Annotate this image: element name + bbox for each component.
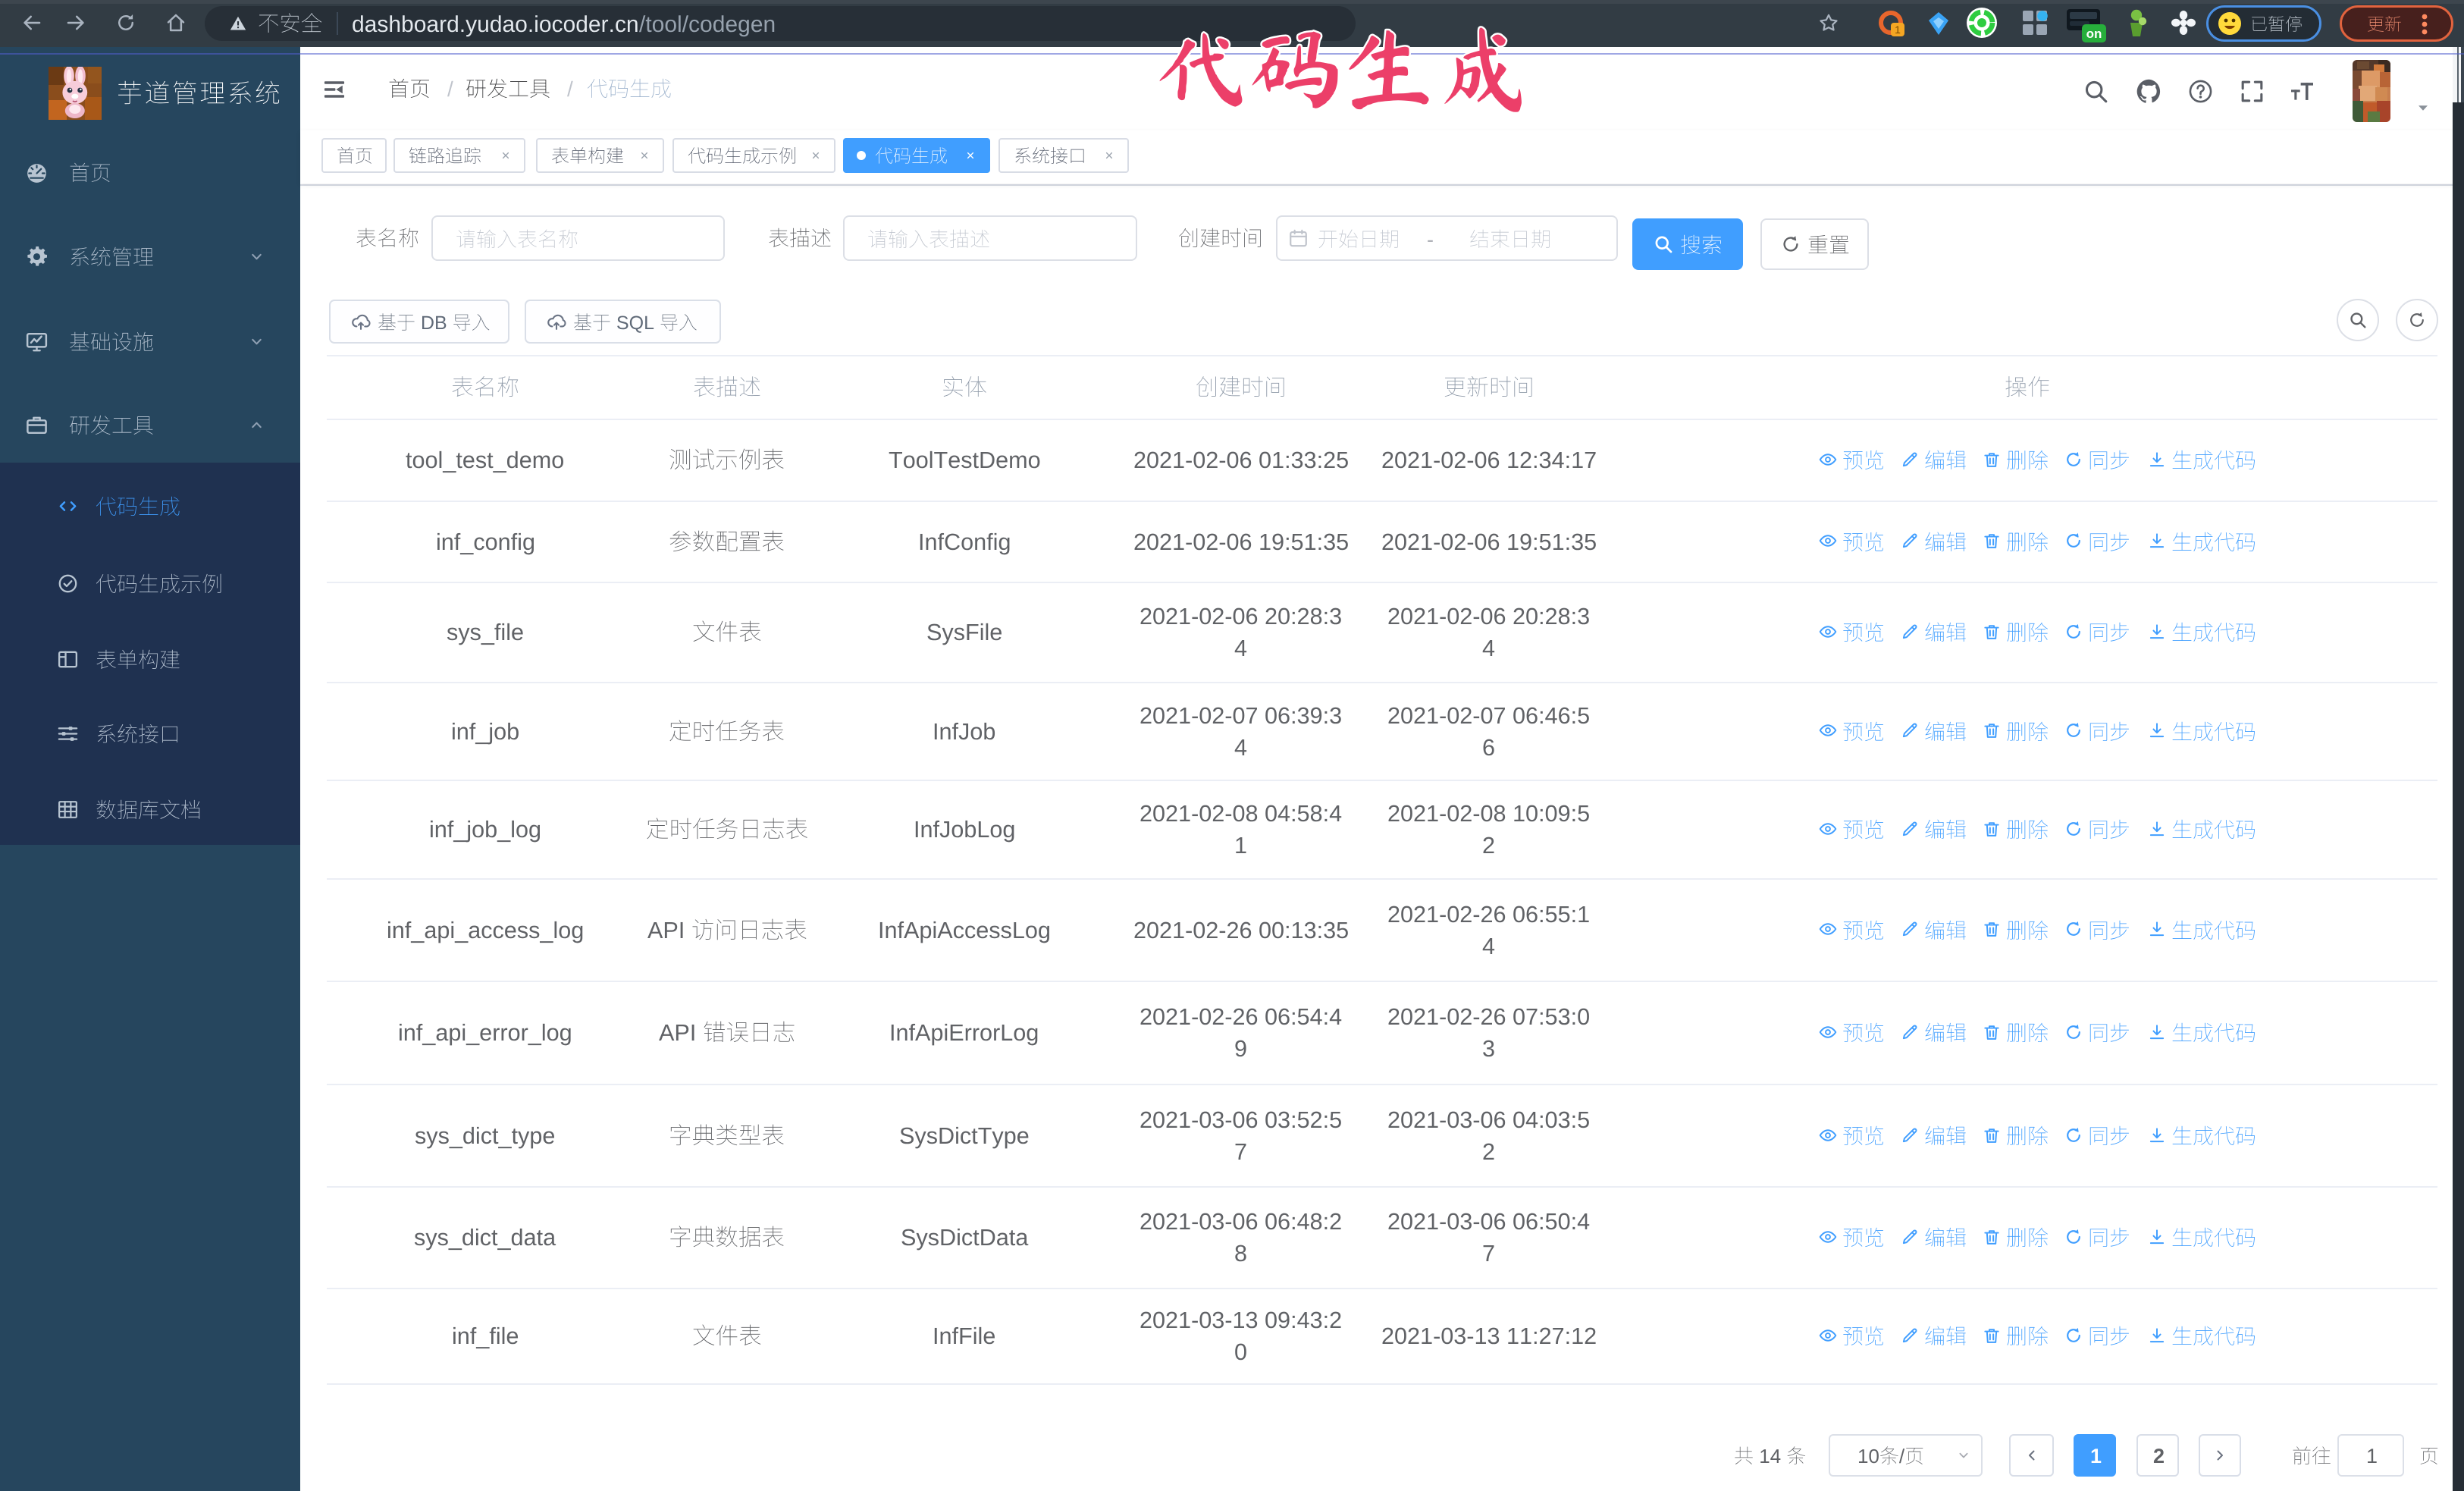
svg-text:on: on [2086,27,2102,41]
svg-text:1: 1 [1895,24,1901,36]
